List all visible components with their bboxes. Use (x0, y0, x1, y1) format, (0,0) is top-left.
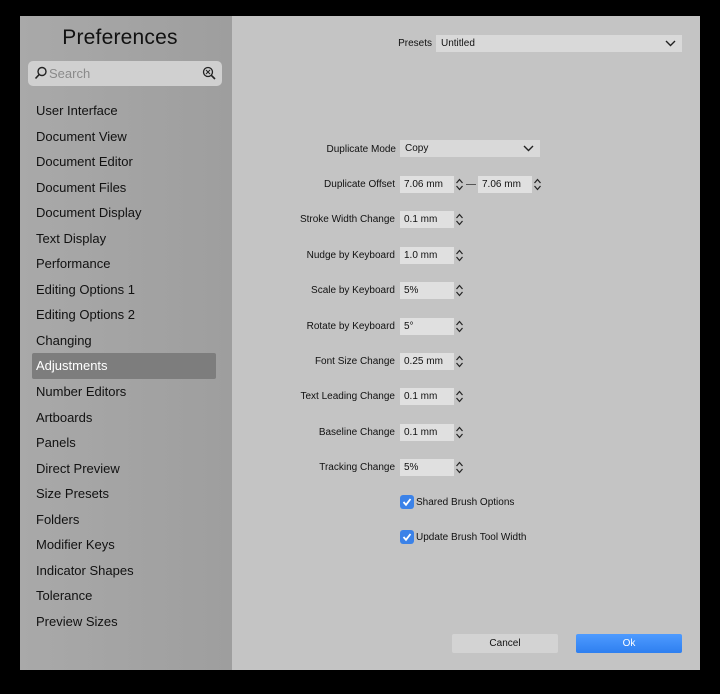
baseline-change-label: Baseline Change (318, 427, 395, 438)
stroke-width-change-label: Stroke Width Change (299, 214, 395, 225)
sidebar-item[interactable]: Number Editors (32, 379, 216, 405)
sidebar-item[interactable]: Document Editor (32, 149, 216, 175)
sidebar-item[interactable]: Panels (32, 430, 216, 456)
nudge-by-keyboard-field[interactable]: 1.0 mm (400, 247, 454, 264)
rotate-by-keyboard-stepper[interactable]: 5° (400, 318, 465, 335)
sidebar-item[interactable]: Direct Preview (32, 456, 216, 482)
sidebar-item[interactable]: Folders (32, 507, 216, 533)
preferences-window: Preferences User Interface Document View… (20, 16, 700, 670)
duplicate-offset-x-field[interactable]: 7.06 mm (400, 176, 454, 193)
sidebar: Preferences User Interface Document View… (20, 16, 232, 670)
duplicate-offset-label: Duplicate Offset (324, 179, 395, 190)
rotate-by-keyboard-label: Rotate by Keyboard (306, 321, 395, 332)
stepper-arrows-icon[interactable] (454, 424, 465, 441)
duplicate-mode-value: Copy (405, 143, 429, 154)
scale-by-keyboard-stepper[interactable]: 5% (400, 282, 465, 299)
stepper-arrows-icon[interactable] (454, 176, 465, 193)
font-size-change-field[interactable]: 0.25 mm (400, 353, 454, 370)
update-brush-tool-width-label: Update Brush Tool Width (416, 532, 527, 543)
stepper-arrows-icon[interactable] (454, 318, 465, 335)
stroke-width-change-stepper[interactable]: 0.1 mm (400, 211, 465, 228)
shared-brush-options-label: Shared Brush Options (416, 497, 515, 508)
duplicate-offset-y-stepper[interactable]: 7.06 mm (478, 176, 543, 193)
offset-separator (466, 184, 476, 185)
stepper-arrows-icon[interactable] (454, 459, 465, 476)
sidebar-item[interactable]: Preview Sizes (32, 609, 216, 635)
presets-select[interactable]: Untitled (436, 35, 682, 52)
sidebar-item[interactable]: Editing Options 2 (32, 302, 216, 328)
duplicate-offset-y-field[interactable]: 7.06 mm (478, 176, 532, 193)
search-box[interactable] (28, 61, 222, 86)
baseline-change-field[interactable]: 0.1 mm (400, 424, 454, 441)
sidebar-item[interactable]: Document View (32, 124, 216, 150)
font-size-change-label: Font Size Change (314, 356, 395, 367)
sidebar-item[interactable]: Performance (32, 251, 216, 277)
baseline-change-stepper[interactable]: 0.1 mm (400, 424, 465, 441)
text-leading-change-label: Text Leading Change (300, 391, 395, 402)
presets-label: Presets (398, 38, 432, 49)
ok-button[interactable]: Ok (576, 634, 682, 653)
stepper-arrows-icon[interactable] (454, 388, 465, 405)
sidebar-item[interactable]: Size Presets (32, 481, 216, 507)
nudge-by-keyboard-label: Nudge by Keyboard (306, 250, 395, 261)
duplicate-mode-select[interactable]: Copy (400, 140, 540, 157)
search-input[interactable] (49, 65, 199, 82)
sidebar-item[interactable]: Artboards (32, 405, 216, 431)
update-brush-tool-width-checkbox[interactable] (400, 530, 414, 544)
sidebar-item[interactable]: Text Display (32, 226, 216, 252)
font-size-change-stepper[interactable]: 0.25 mm (400, 353, 465, 370)
tracking-change-field[interactable]: 5% (400, 459, 454, 476)
sidebar-item[interactable]: Document Files (32, 175, 216, 201)
stepper-arrows-icon[interactable] (454, 211, 465, 228)
text-leading-change-field[interactable]: 0.1 mm (400, 388, 454, 405)
sidebar-item[interactable]: Editing Options 1 (32, 277, 216, 303)
rotate-by-keyboard-field[interactable]: 5° (400, 318, 454, 335)
tracking-change-label: Tracking Change (319, 462, 395, 473)
zoom-clear-icon[interactable] (202, 66, 216, 80)
settings-panel: Presets Untitled Duplicate Mode Copy Dup… (232, 16, 700, 670)
sidebar-item[interactable]: Changing (32, 328, 216, 354)
stepper-arrows-icon[interactable] (454, 282, 465, 299)
nudge-by-keyboard-stepper[interactable]: 1.0 mm (400, 247, 465, 264)
chevron-down-icon (523, 145, 534, 152)
sidebar-item[interactable]: User Interface (32, 98, 216, 124)
cancel-button[interactable]: Cancel (452, 634, 558, 653)
duplicate-offset-x-stepper[interactable]: 7.06 mm (400, 176, 465, 193)
sidebar-item[interactable]: Tolerance (32, 583, 216, 609)
presets-value: Untitled (441, 38, 475, 49)
shared-brush-options-checkbox[interactable] (400, 495, 414, 509)
duplicate-mode-label: Duplicate Mode (326, 144, 396, 155)
stroke-width-change-field[interactable]: 0.1 mm (400, 211, 454, 228)
scale-by-keyboard-label: Scale by Keyboard (311, 285, 395, 296)
checkmark-icon (402, 533, 412, 542)
sidebar-nav: User Interface Document View Document Ed… (32, 98, 216, 634)
sidebar-item[interactable]: Modifier Keys (32, 532, 216, 558)
checkmark-icon (402, 498, 412, 507)
sidebar-item-active[interactable]: Adjustments (32, 353, 216, 380)
chevron-down-icon (665, 40, 676, 47)
tracking-change-stepper[interactable]: 5% (400, 459, 465, 476)
search-icon (34, 66, 47, 80)
sidebar-item[interactable]: Indicator Shapes (32, 558, 216, 584)
stepper-arrows-icon[interactable] (454, 247, 465, 264)
text-leading-change-stepper[interactable]: 0.1 mm (400, 388, 465, 405)
sidebar-item[interactable]: Document Display (32, 200, 216, 226)
stepper-arrows-icon[interactable] (532, 176, 543, 193)
scale-by-keyboard-field[interactable]: 5% (400, 282, 454, 299)
sidebar-title: Preferences (62, 26, 178, 49)
stepper-arrows-icon[interactable] (454, 353, 465, 370)
